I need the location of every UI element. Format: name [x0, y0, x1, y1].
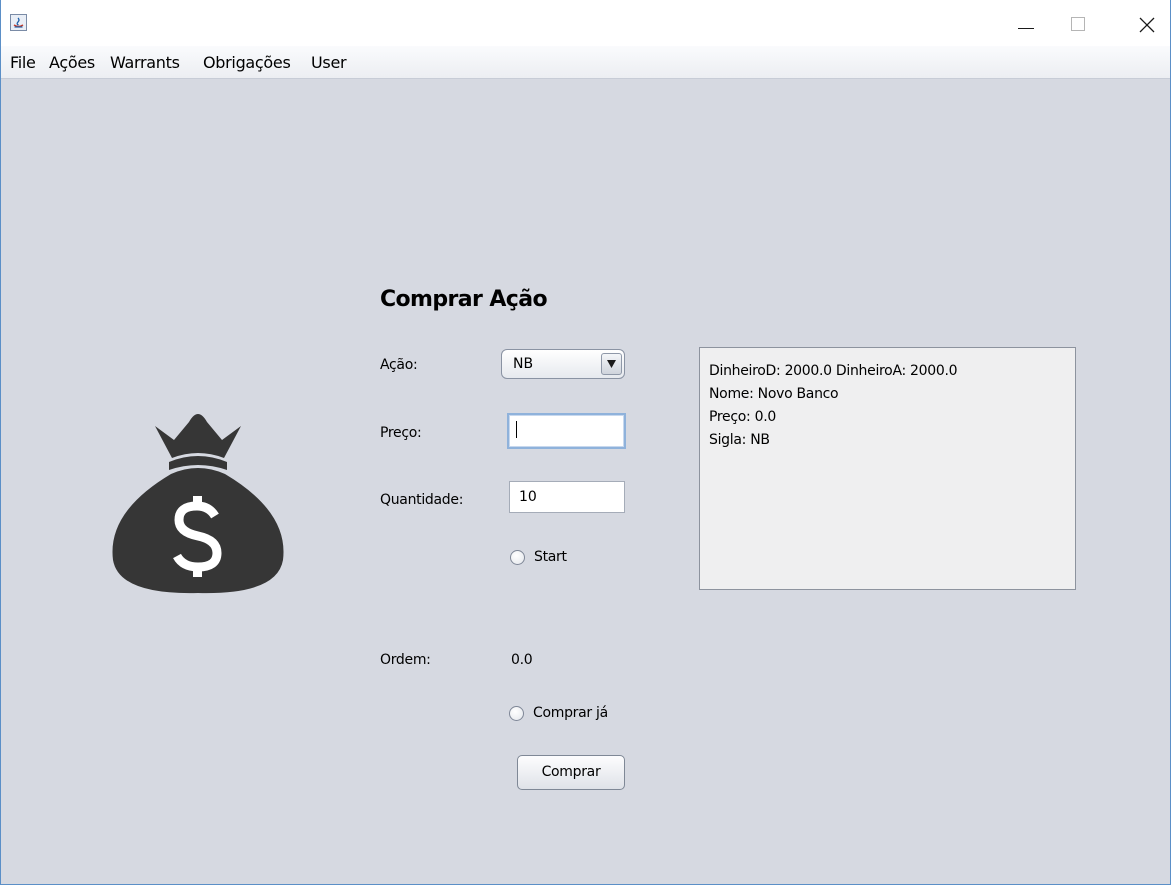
menu-file[interactable]: File: [10, 53, 36, 73]
comprar-button[interactable]: Comprar: [517, 755, 625, 790]
preco-field-box: [507, 413, 626, 449]
java-app-icon[interactable]: [10, 14, 27, 31]
close-button[interactable]: [1123, 0, 1169, 46]
start-radio-label: Start: [534, 549, 567, 565]
minimize-button[interactable]: [1006, 0, 1052, 46]
acao-select[interactable]: NB: [501, 349, 625, 379]
comprar-ja-radio-circle[interactable]: [509, 706, 524, 721]
menu-warrants[interactable]: Warrants: [110, 53, 180, 73]
info-panel: DinheiroD: 2000.0 DinheiroA: 2000.0 Nome…: [699, 347, 1076, 590]
close-icon: [1139, 17, 1155, 33]
menu-user[interactable]: User: [311, 53, 347, 73]
text-caret: [516, 421, 517, 438]
title-bar: [1, 0, 1170, 46]
info-line-dinheiro: DinheiroD: 2000.0 DinheiroA: 2000.0: [709, 363, 958, 379]
maximize-icon: [1071, 17, 1085, 31]
chevron-down-icon: [607, 360, 616, 368]
comprar-ja-radio-label: Comprar já: [533, 705, 608, 721]
preco-label: Preço:: [380, 425, 422, 441]
ordem-value: 0.0: [511, 652, 533, 668]
menu-acoes[interactable]: Ações: [49, 53, 95, 73]
acao-selected-value: NB: [513, 356, 534, 372]
maximize-button[interactable]: [1057, 0, 1103, 46]
minimize-icon: [1018, 28, 1034, 29]
acao-label: Ação:: [380, 357, 418, 373]
ordem-label: Ordem:: [380, 652, 431, 668]
quantidade-label: Quantidade:: [380, 492, 464, 508]
money-bag-icon: [112, 414, 284, 594]
acao-dropdown-button[interactable]: [601, 353, 622, 375]
info-line-nome: Nome: Novo Banco: [709, 386, 839, 402]
start-radio-circle[interactable]: [510, 550, 525, 565]
info-line-sigla: Sigla: NB: [709, 432, 770, 448]
quantidade-field-box: [509, 481, 625, 513]
menu-bar: File Ações Warrants Obrigações User: [1, 46, 1170, 79]
application-window: File Ações Warrants Obrigações User Comp…: [0, 0, 1171, 885]
info-line-preco: Preço: 0.0: [709, 409, 776, 425]
quantidade-input[interactable]: [510, 482, 624, 512]
menu-obrigacoes[interactable]: Obrigações: [203, 53, 291, 73]
page-title: Comprar Ação: [380, 287, 548, 312]
preco-input[interactable]: [509, 415, 624, 447]
